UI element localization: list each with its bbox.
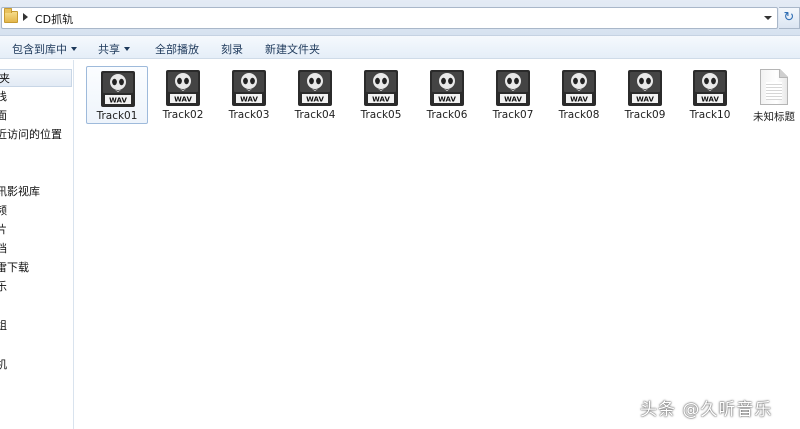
svg-text:WAV: WAV (636, 96, 654, 104)
file-item[interactable]: WAV Track01 (86, 66, 148, 124)
file-item[interactable]: WAV Track04 (284, 66, 346, 124)
file-item[interactable]: WAV Track06 (416, 66, 478, 124)
burn-button[interactable]: 刻录 (221, 41, 243, 57)
svg-text:WAV: WAV (372, 96, 390, 104)
nav-item-homegroup[interactable]: 组 (0, 317, 7, 335)
include-in-library-label: 包含到库中 (12, 43, 67, 56)
wav-file-icon: WAV (232, 70, 266, 106)
file-name: Track08 (558, 109, 600, 121)
svg-text:WAV: WAV (438, 96, 456, 104)
wav-file-icon: WAV (166, 70, 200, 106)
file-name: Track03 (228, 109, 270, 121)
file-name: Track06 (426, 109, 468, 121)
chevron-down-icon (71, 47, 77, 51)
file-name: Track07 (492, 109, 534, 121)
wav-file-icon: WAV (562, 70, 596, 106)
text-document-icon (760, 69, 788, 105)
file-name: 未知标题 (753, 111, 795, 123)
watermark: 头条 @久听音乐 (640, 400, 773, 420)
file-name: Track10 (689, 109, 731, 121)
file-item[interactable]: WAV Track08 (548, 66, 610, 124)
svg-text:WAV: WAV (570, 96, 588, 104)
file-item[interactable]: WAV Track05 (350, 66, 412, 124)
svg-text:WAV: WAV (240, 96, 258, 104)
nav-item-video-library[interactable]: 讯影视库 (0, 183, 40, 201)
file-list: WAV Track01 WAV Track02 WAV Track03 WAV … (75, 60, 800, 429)
refresh-button[interactable]: ↻ (779, 7, 800, 29)
address-history-dropdown[interactable] (761, 9, 775, 27)
svg-text:WAV: WAV (174, 96, 192, 104)
navigation-pane: 夹 栈 面 近访问的位置 讯影视库 频 片 档 雷下载 乐 组 机 (0, 60, 74, 429)
file-item[interactable]: WAV Track10 (679, 66, 741, 124)
share-button[interactable]: 共享 (98, 41, 130, 57)
wav-file-icon: WAV (496, 70, 530, 106)
share-label: 共享 (98, 43, 120, 56)
nav-item-pictures[interactable]: 片 (0, 221, 7, 239)
wav-file-icon: WAV (628, 70, 662, 106)
svg-text:WAV: WAV (109, 97, 127, 105)
file-item[interactable]: WAV Track02 (152, 66, 214, 124)
refresh-icon: ↻ (783, 10, 795, 25)
chevron-down-icon (124, 47, 130, 51)
nav-item-music[interactable]: 乐 (0, 278, 7, 296)
new-folder-button[interactable]: 新建文件夹 (265, 41, 320, 57)
svg-text:WAV: WAV (701, 96, 719, 104)
wav-file-icon: WAV (364, 70, 398, 106)
nav-item-desktop[interactable]: 面 (0, 107, 7, 125)
nav-item-videos[interactable]: 频 (0, 202, 7, 220)
file-item[interactable]: WAV Track03 (218, 66, 280, 124)
folder-icon (4, 8, 18, 23)
address-path[interactable]: CD抓轨 (35, 11, 73, 27)
file-item[interactable]: WAV Track07 (482, 66, 544, 124)
nav-item-thunder-downloads[interactable]: 雷下载 (0, 259, 29, 277)
nav-item-recent-places[interactable]: 近访问的位置 (0, 126, 62, 144)
file-item[interactable]: 未知标题 (743, 66, 800, 124)
nav-item-downloads[interactable]: 栈 (0, 88, 7, 106)
nav-item-favorites[interactable]: 夹 (0, 69, 72, 87)
wav-file-icon: WAV (298, 70, 332, 106)
wav-file-icon: WAV (101, 71, 135, 107)
nav-item-computer[interactable]: 机 (0, 356, 7, 374)
nav-item-documents[interactable]: 档 (0, 240, 7, 258)
file-item[interactable]: WAV Track09 (614, 66, 676, 124)
file-name: Track04 (294, 109, 336, 121)
svg-text:WAV: WAV (306, 96, 324, 104)
breadcrumb-arrow-icon[interactable] (23, 13, 28, 21)
address-bar: CD抓轨 ↻ (0, 0, 800, 36)
include-in-library-button[interactable]: 包含到库中 (12, 41, 77, 57)
play-all-button[interactable]: 全部播放 (155, 41, 199, 57)
command-bar: 包含到库中 共享 全部播放 刻录 新建文件夹 (0, 36, 800, 59)
address-box[interactable]: CD抓轨 (1, 7, 778, 29)
file-name: Track01 (96, 110, 138, 122)
file-name: Track05 (360, 109, 402, 121)
file-name: Track09 (624, 109, 666, 121)
wav-file-icon: WAV (693, 70, 727, 106)
wav-file-icon: WAV (430, 70, 464, 106)
svg-text:WAV: WAV (504, 96, 522, 104)
file-name: Track02 (162, 109, 204, 121)
